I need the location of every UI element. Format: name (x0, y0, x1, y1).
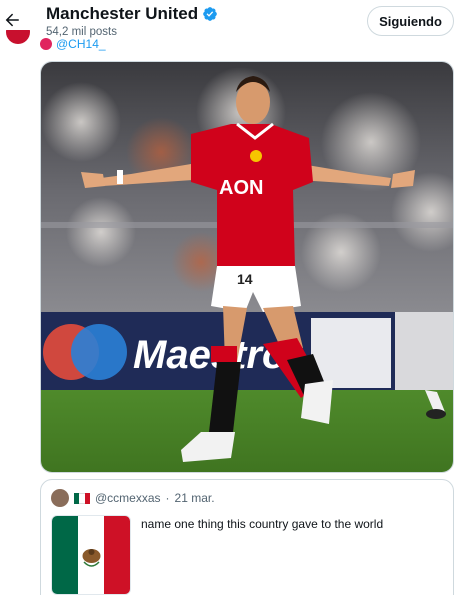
verified-badge-icon (203, 7, 217, 21)
post-count: 54,2 mil posts (46, 26, 117, 38)
tweet-handle-row: @CH14_ (40, 37, 106, 51)
arrow-left-icon (5, 13, 19, 27)
coat-of-arms-icon (82, 549, 101, 567)
dot-separator: · (165, 491, 170, 505)
quoted-tweet-text: name one thing this country gave to the … (141, 517, 384, 531)
avatar[interactable] (51, 489, 69, 507)
board-text: Maestro (133, 333, 286, 377)
tweet-media-image[interactable]: Maestro AON 14 (40, 61, 454, 473)
quoted-date[interactable]: 21 mar. (175, 491, 215, 505)
red-circle-icon (40, 38, 52, 50)
shirt-sponsor: AON (219, 177, 263, 199)
avatar[interactable] (6, 30, 30, 44)
quoted-tweet[interactable]: @ccmexxas · 21 mar. name one thing this … (40, 479, 454, 595)
profile-header: Manchester United 54,2 mil posts Siguien… (0, 0, 465, 38)
mention-link[interactable]: @CH14_ (56, 37, 106, 51)
page-title: Manchester United (46, 4, 199, 23)
mexico-flag-icon (74, 492, 90, 504)
shorts-number: 14 (237, 271, 253, 287)
header-titles: Manchester United 54,2 mil posts (46, 4, 218, 39)
quoted-media-thumbnail[interactable] (51, 515, 131, 595)
quoted-tweet-header: @ccmexxas · 21 mar. (51, 489, 215, 507)
following-button[interactable]: Siguiendo (367, 6, 454, 36)
quoted-handle[interactable]: @ccmexxas (95, 491, 161, 505)
back-button[interactable] (0, 8, 24, 32)
